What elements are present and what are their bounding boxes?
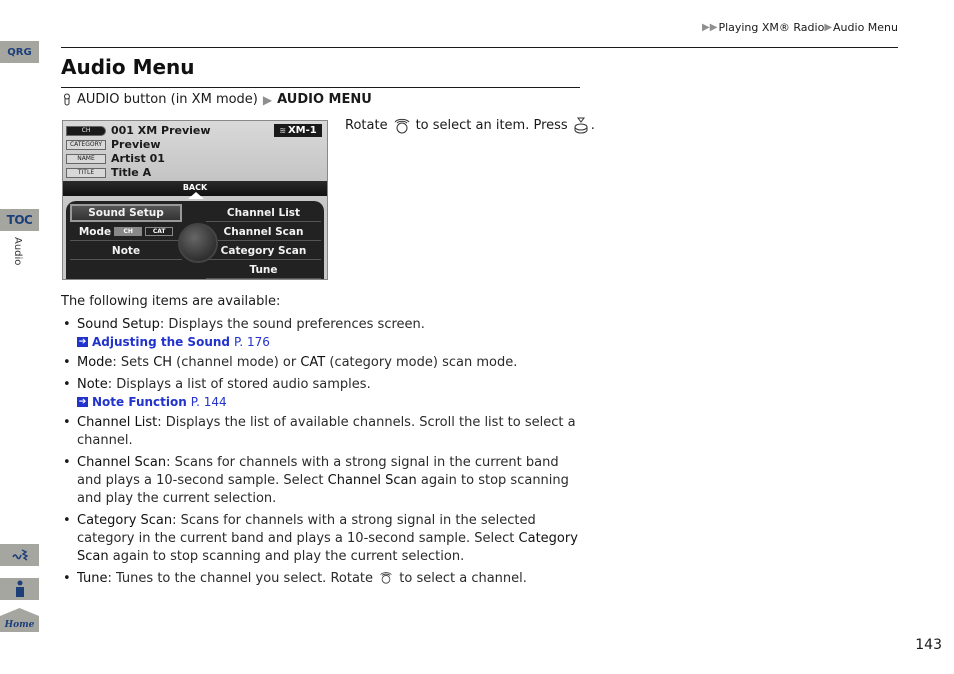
xref-page: P. 144 [190, 395, 227, 409]
back-arrow-icon [188, 192, 204, 199]
audio-menu-screen: CH 001 XM Preview CATEGORY Preview NAME Art… [62, 120, 328, 280]
interface-dial-graphic [178, 223, 218, 263]
info-tag: TITLE [66, 167, 106, 178]
info-tag: CATEGORY [66, 139, 106, 150]
xref-label: Note Function [92, 395, 187, 409]
item-term-inline: CAT [300, 355, 326, 370]
breadcrumb: ▶▶ Playing XM® Radio ▶ Audio Menu [702, 21, 898, 34]
info-value: Preview [111, 138, 161, 151]
item-description: to select a channel. [395, 571, 527, 586]
svg-text:Home: Home [4, 620, 35, 630]
item-term: Category Scan [77, 513, 173, 528]
qrg-label: QRG [7, 46, 32, 58]
instruction-rotate: Rotate [345, 117, 388, 133]
cross-reference-link[interactable]: ➔ Note Function P. 144 [77, 394, 581, 410]
instruction-middle: to select an item. Press [415, 117, 568, 133]
title-divider [61, 87, 580, 88]
item-description: (channel mode) or [172, 355, 301, 370]
path-prefix: AUDIO button (in XM mode) [77, 92, 258, 107]
path-arrow-icon: ▶ [262, 92, 273, 107]
cross-reference-link[interactable]: ➔ Adjusting the Sound P. 176 [77, 334, 581, 350]
info-tag: CH [66, 125, 106, 136]
press-dial-icon [574, 117, 588, 134]
screen-info-panel: CH 001 XM Preview CATEGORY Preview NAME Art… [63, 121, 327, 181]
rotate-dial-icon [380, 572, 392, 584]
breadcrumb-item[interactable]: Playing XM® Radio [718, 21, 824, 34]
item-term: Sound Setup [77, 317, 160, 332]
item-term: Channel Scan [77, 455, 167, 470]
instruction-line: Rotate to select an item. Press . [345, 116, 595, 134]
toc-label: TOC [6, 213, 33, 227]
item-term: Mode [77, 355, 113, 370]
xref-page: P. 176 [234, 335, 270, 349]
audio-button-icon [63, 93, 70, 105]
info-tag: NAME [66, 153, 106, 164]
home-icon: Home [0, 608, 39, 632]
menu-item-category-scan[interactable]: Category Scan [206, 242, 321, 260]
toc-tab[interactable]: TOC [0, 209, 39, 231]
voice-command-tab[interactable] [0, 544, 39, 566]
xm-band-label: XM-1 [287, 125, 317, 136]
path-target: AUDIO MENU [277, 92, 372, 107]
back-label: BACK [182, 183, 208, 192]
info-tab[interactable] [0, 578, 39, 600]
page-title: Audio Menu [61, 55, 195, 79]
item-description: : Displays a list of stored audio sample… [107, 377, 371, 392]
item-term: Channel List [77, 415, 158, 430]
menu-item-mode[interactable]: Mode CH CAT [70, 223, 182, 241]
menu-item-sound-setup[interactable]: Sound Setup [70, 204, 182, 222]
info-value: 001 XM Preview [111, 124, 211, 137]
navigation-path: AUDIO button (in XM mode) ▶ AUDIO MENU [61, 92, 372, 107]
xm-band-badge: ≋ XM-1 [274, 124, 322, 137]
item-description: : Tunes to the channel you select. Rotat… [107, 571, 378, 586]
rotate-dial-icon [394, 118, 409, 134]
item-description: : Displays the sound preferences screen. [159, 317, 425, 332]
info-row-name: NAME Artist 01 [66, 152, 165, 165]
breadcrumb-item[interactable]: Audio Menu [833, 21, 898, 34]
item-term-inline: Channel Scan [327, 473, 417, 488]
item-description: again to stop scanning and play the curr… [108, 549, 465, 564]
info-row-title: TITLE Title A [66, 166, 151, 179]
items-list: Sound Setup: Displays the sound preferen… [61, 316, 581, 592]
instruction-end: . [590, 117, 595, 133]
breadcrumb-arrow-icon: ▶▶ [702, 22, 718, 33]
home-tab[interactable]: Home [0, 608, 39, 632]
section-label: Audio [12, 237, 23, 266]
item-term: Note [77, 377, 108, 392]
menu-item-note[interactable]: Note [70, 242, 182, 260]
info-value: Artist 01 [111, 152, 165, 165]
voice-command-icon [11, 549, 28, 561]
list-item: Sound Setup: Displays the sound preferen… [61, 316, 581, 350]
mode-option-cat[interactable]: CAT [145, 227, 174, 236]
item-description: : Sets [112, 355, 154, 370]
menu-item-channel-list[interactable]: Channel List [206, 204, 321, 222]
item-term: Tune [77, 571, 108, 586]
xref-label: Adjusting the Sound [92, 335, 230, 349]
intro-text: The following items are available: [61, 294, 281, 309]
breadcrumb-arrow-icon: ▶ [824, 22, 833, 33]
info-value: Title A [111, 166, 152, 179]
info-row-channel: CH 001 XM Preview [66, 124, 211, 137]
list-item: Note: Displays a list of stored audio sa… [61, 376, 581, 410]
mode-label: Mode [78, 225, 112, 238]
list-item: Mode: Sets CH (channel mode) or CAT (cat… [61, 354, 581, 372]
link-arrow-icon: ➔ [77, 337, 88, 347]
list-item: Tune: Tunes to the channel you select. R… [61, 570, 581, 588]
xm-signal-icon: ≋ [279, 126, 286, 135]
list-item: Category Scan: Scans for channels with a… [61, 512, 581, 566]
item-description: (category mode) scan mode. [325, 355, 518, 370]
page-number: 143 [915, 637, 942, 653]
info-icon [15, 580, 24, 597]
menu-panel: Sound Setup Mode CH CAT Note Channel Lis… [66, 201, 324, 279]
mode-option-ch[interactable]: CH [114, 227, 143, 236]
link-arrow-icon: ➔ [77, 397, 88, 407]
info-row-category: CATEGORY Preview [66, 138, 161, 151]
menu-item-channel-scan[interactable]: Channel Scan [206, 223, 321, 241]
list-item: Channel List: Displays the list of avail… [61, 414, 581, 450]
list-item: Channel Scan: Scans for channels with a … [61, 454, 581, 508]
item-term-inline: CH [153, 355, 173, 370]
qrg-tab[interactable]: QRG [0, 41, 39, 63]
menu-item-tune[interactable]: Tune [206, 261, 321, 279]
header-divider [61, 47, 898, 48]
